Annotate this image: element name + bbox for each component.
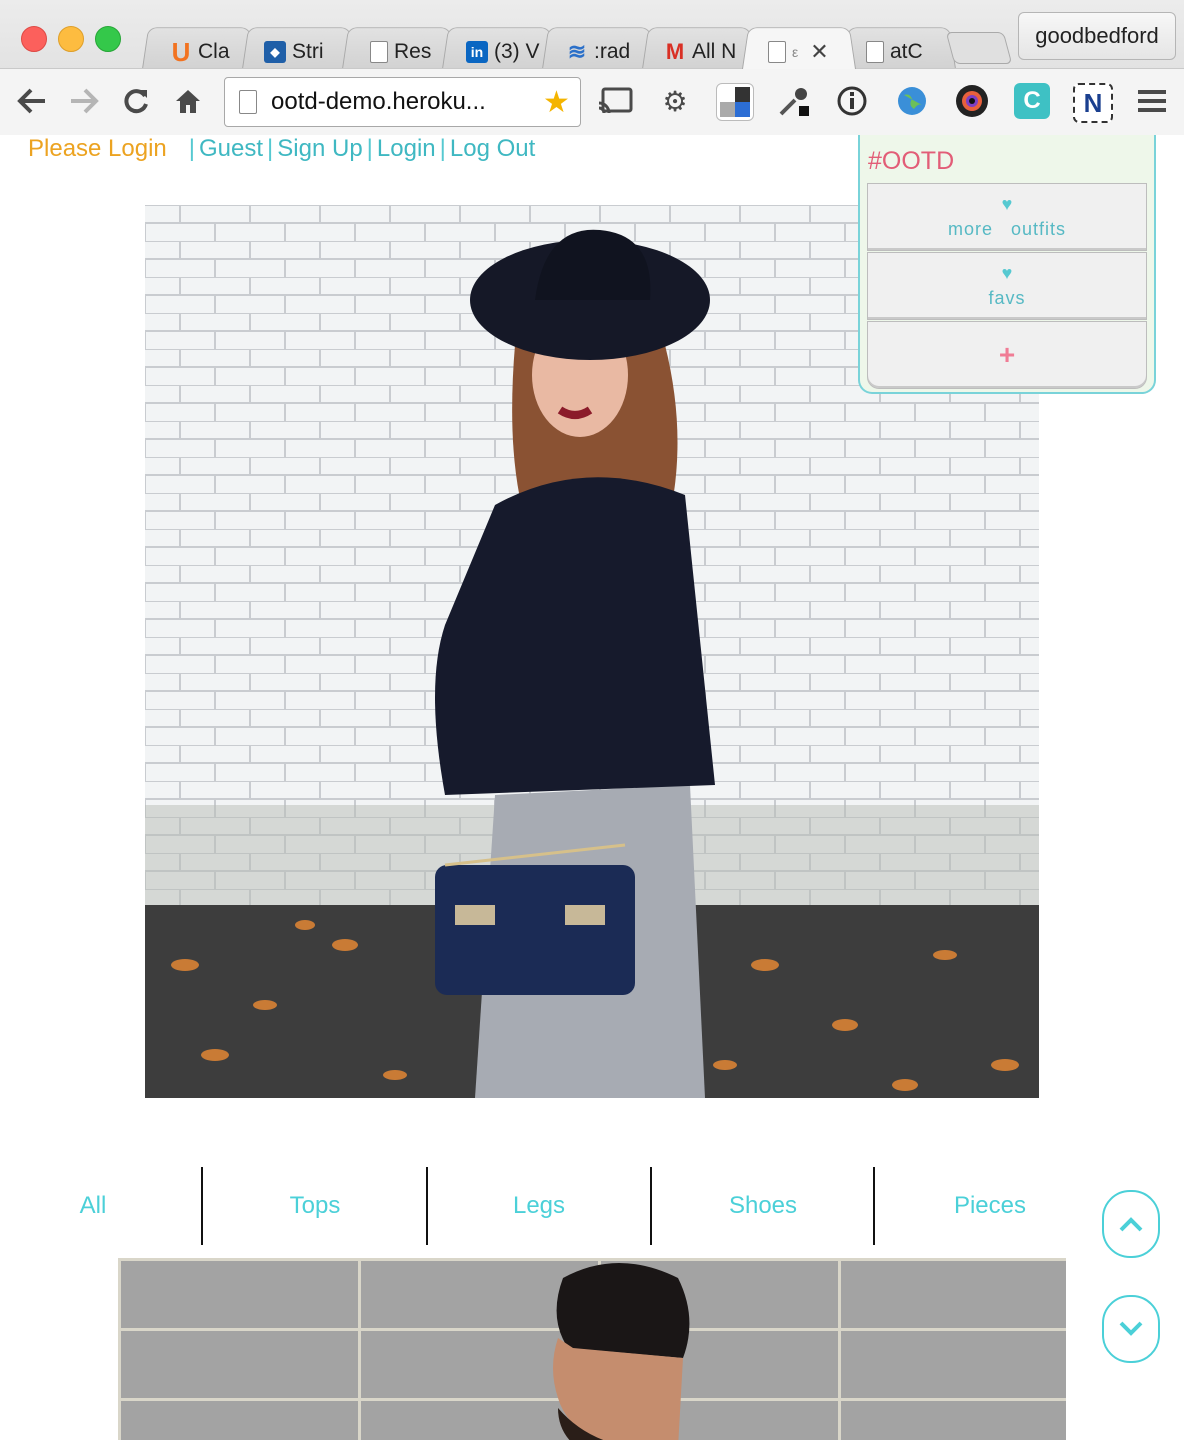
filter-legs[interactable]: Legs — [428, 1167, 650, 1245]
page-content: Please Login | Guest | Sign Up | Login |… — [0, 135, 1184, 1440]
login-prompt: Please Login — [28, 135, 167, 162]
more-outfits-label: more outfits — [947, 218, 1067, 239]
chevron-up-icon — [1119, 1217, 1143, 1232]
gear-icon[interactable]: ⚙ — [657, 83, 693, 119]
new-tab-button[interactable] — [945, 32, 1013, 64]
profile-button[interactable]: goodbedford — [1018, 12, 1176, 60]
more-outfits-button[interactable]: ♥ more outfits — [867, 183, 1147, 251]
filter-all[interactable]: All — [0, 1167, 186, 1245]
c-extension-icon[interactable]: C — [1014, 83, 1050, 119]
linkedin-icon: in — [466, 41, 488, 63]
back-arrow-icon[interactable] — [14, 83, 50, 119]
udemy-icon: U — [171, 36, 191, 67]
filter-shoes[interactable]: Shoes — [652, 1167, 874, 1245]
document-icon — [768, 41, 786, 63]
auth-bar: Please Login | Guest | Sign Up | Login |… — [28, 135, 535, 163]
reload-icon[interactable] — [118, 83, 154, 119]
filter-tops[interactable]: Tops — [203, 1167, 427, 1245]
scroll-up-button[interactable] — [1102, 1190, 1160, 1258]
home-icon[interactable] — [170, 83, 206, 119]
browser-toolbar: ootd-demo.heroku... ★ ⚙ C N — [0, 68, 1184, 135]
address-bar[interactable]: ootd-demo.heroku... ★ — [224, 77, 581, 127]
filter-pieces[interactable]: Pieces — [875, 1167, 1105, 1245]
category-filter: All Tops Legs Shoes Pieces — [0, 1167, 1100, 1245]
tab-strip: U Cla ◆ Stri Res in (3) V ≋:rad M All N ε ✕ a… — [142, 18, 1013, 69]
delicious-icon[interactable] — [716, 83, 754, 121]
minimize-window-button[interactable] — [58, 26, 84, 52]
heart-icon: ♥ — [1001, 193, 1013, 214]
browser-chrome: U Cla ◆ Stri Res in (3) V ≋:rad M All N ε ✕ a… — [0, 0, 1184, 135]
bookmark-star-icon[interactable]: ★ — [543, 85, 570, 120]
close-window-button[interactable] — [21, 26, 47, 52]
separator: | — [267, 135, 274, 162]
separator: | — [439, 135, 446, 162]
wave-icon: ≋ — [567, 39, 587, 64]
gmail-icon: M — [665, 39, 685, 64]
menu-icon[interactable] — [1134, 83, 1170, 119]
guest-link[interactable]: Guest — [199, 135, 263, 163]
n-extension-icon[interactable]: N — [1073, 83, 1113, 123]
plus-icon: + — [998, 339, 1016, 370]
url-text: ootd-demo.heroku... — [271, 88, 486, 115]
outfit-illustration — [118, 1258, 1066, 1440]
outfit-photo[interactable] — [118, 1258, 1066, 1440]
document-icon — [866, 41, 884, 63]
sidebar-title: #OOTD — [868, 147, 955, 175]
document-icon — [370, 41, 388, 63]
add-outfit-button[interactable]: + — [867, 321, 1147, 389]
login-link[interactable]: Login — [377, 135, 436, 163]
separator: | — [188, 135, 196, 162]
log-out-link[interactable]: Log Out — [450, 135, 535, 163]
cast-icon[interactable] — [597, 83, 633, 119]
favs-button[interactable]: ♥ favs — [867, 252, 1147, 320]
favs-label: favs — [988, 287, 1026, 308]
eyedropper-icon[interactable] — [776, 83, 812, 119]
close-tab-icon[interactable]: ✕ — [810, 39, 828, 65]
chevron-down-icon — [1119, 1321, 1143, 1336]
info-icon[interactable] — [834, 83, 870, 119]
sign-up-link[interactable]: Sign Up — [277, 135, 362, 163]
stripe-icon: ◆ — [264, 41, 286, 63]
separator: | — [366, 135, 373, 162]
color-wheel-icon[interactable] — [954, 83, 990, 119]
zoom-window-button[interactable] — [95, 26, 121, 52]
ootd-sidebar: #OOTD ♥ more outfits ♥ favs + — [858, 135, 1156, 394]
forward-arrow-icon[interactable] — [66, 83, 102, 119]
globe-icon[interactable] — [894, 83, 930, 119]
heart-icon: ♥ — [1001, 262, 1013, 283]
page-icon — [239, 90, 257, 114]
scroll-down-button[interactable] — [1102, 1295, 1160, 1363]
